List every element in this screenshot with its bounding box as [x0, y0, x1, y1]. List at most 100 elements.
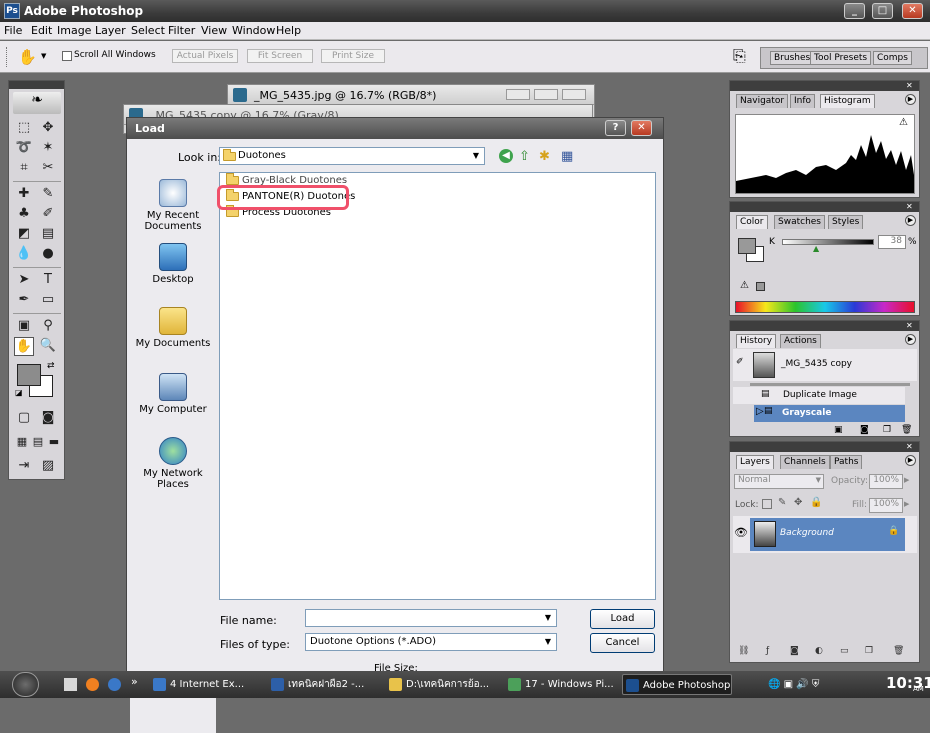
clone-stamp-tool-icon[interactable]: ♣ [14, 205, 34, 224]
place-desktop[interactable]: Desktop [130, 243, 216, 285]
tab-swatches[interactable]: Swatches [774, 215, 825, 229]
well-tab-tool-presets[interactable]: Tool Presets [810, 51, 872, 65]
move-tool-icon[interactable]: ✥ [38, 119, 58, 138]
tab-paths[interactable]: Paths [830, 455, 863, 469]
history-brush-source-icon[interactable]: ✐ [736, 357, 744, 367]
place-my-documents[interactable]: My Documents [130, 307, 216, 349]
new-document-from-state-icon[interactable]: ▣ [834, 425, 843, 435]
layer-row-background[interactable]: Background 🔒 [750, 518, 905, 551]
well-tab-brushes[interactable]: Brushes [770, 51, 815, 65]
new-state-icon[interactable]: ❐ [883, 425, 891, 435]
menu-file[interactable]: File [4, 24, 22, 37]
back-icon[interactable]: ◀ [499, 149, 513, 163]
task-internet-explorer[interactable]: 4 Internet Ex... [150, 674, 260, 695]
tab-actions[interactable]: Actions [780, 334, 821, 348]
file-list[interactable]: Gray-Black Duotones PANTONE(R) Duotones … [217, 172, 656, 600]
swap-colors-icon[interactable]: ⇄ [47, 361, 55, 371]
dialog-help-button[interactable]: ? [605, 120, 626, 136]
menu-edit[interactable]: Edit [31, 24, 52, 37]
path-selection-tool-icon[interactable]: ➤ [14, 271, 34, 290]
place-recent-documents[interactable]: My Recent Documents [130, 179, 216, 232]
brush-tool-icon[interactable]: ✎ [38, 185, 58, 204]
look-in-dropdown[interactable]: Duotones ▼ [219, 147, 485, 165]
imageready-icon[interactable]: ▨ [38, 457, 58, 476]
warning-icon[interactable]: ⚠ [899, 117, 908, 128]
palette-close-icon[interactable]: ✕ [906, 321, 913, 330]
dodge-tool-icon[interactable]: ● [38, 245, 58, 264]
feather-logo-icon[interactable]: ❧ [13, 92, 61, 114]
maximize-button[interactable]: □ [872, 3, 893, 19]
menu-window[interactable]: Window [232, 24, 275, 37]
standard-mode-icon[interactable]: ▢ [14, 409, 34, 428]
new-layer-icon[interactable]: ❐ [865, 646, 873, 656]
tools-panel-header[interactable] [9, 81, 64, 89]
doc-close-button[interactable] [562, 89, 586, 100]
link-layers-icon[interactable]: ⛓ [738, 646, 749, 656]
blend-mode-dropdown[interactable]: Normal ▼ [734, 474, 824, 489]
type-tool-icon[interactable]: T [38, 271, 58, 290]
gamut-color-swatch[interactable] [756, 282, 765, 291]
actual-pixels-button[interactable]: Actual Pixels [172, 49, 238, 63]
task-adobe-photoshop[interactable]: Adobe Photoshop [622, 674, 732, 695]
menu-layer[interactable]: Layer [95, 24, 126, 37]
quicklaunch-firefox-icon[interactable] [86, 678, 99, 691]
adjustment-layer-icon[interactable]: ◐ [815, 646, 823, 656]
tab-history[interactable]: History [736, 334, 777, 348]
notes-tool-icon[interactable]: ▣ [14, 317, 34, 336]
quicklaunch-ie-icon[interactable] [108, 678, 121, 691]
new-group-icon[interactable]: ▭ [840, 646, 849, 656]
tab-styles[interactable]: Styles [828, 215, 864, 229]
scroll-all-windows-checkbox[interactable] [62, 51, 72, 61]
k-slider-track[interactable] [782, 239, 874, 245]
palette-menu-icon[interactable]: ▶ [905, 94, 916, 105]
load-button[interactable]: Load [590, 609, 655, 629]
zoom-tool-icon[interactable]: 🔍 [38, 337, 58, 356]
fit-screen-button[interactable]: Fit Screen [247, 49, 313, 63]
palette-titlebar[interactable] [730, 442, 919, 452]
close-button[interactable]: ✕ [902, 3, 923, 19]
pen-tool-icon[interactable]: ✒ [14, 291, 34, 310]
create-snapshot-icon[interactable]: ◙ [860, 425, 869, 435]
menu-image[interactable]: Image [57, 24, 91, 37]
healing-brush-tool-icon[interactable]: ✚ [14, 185, 34, 204]
place-my-computer[interactable]: My Computer [130, 373, 216, 415]
palette-titlebar[interactable] [730, 321, 919, 331]
full-screen-mode-icon[interactable]: ▬ [44, 433, 64, 452]
history-snapshot-row[interactable]: ✐ _MG_5435 copy [733, 349, 917, 381]
lasso-tool-icon[interactable]: ➰ [14, 139, 34, 158]
color-foreground-swatch[interactable] [738, 238, 756, 254]
new-folder-icon[interactable]: ✱ [539, 149, 550, 164]
tab-channels[interactable]: Channels [780, 455, 830, 469]
doc-minimize-button[interactable] [506, 89, 530, 100]
default-colors-icon[interactable]: ◪ [15, 388, 23, 397]
tab-histogram[interactable]: Histogram [820, 94, 875, 108]
doc-maximize-button[interactable] [534, 89, 558, 100]
up-folder-icon[interactable]: ⇧ [519, 149, 530, 164]
cancel-button[interactable]: Cancel [590, 633, 655, 653]
foreground-color-swatch[interactable] [17, 364, 41, 386]
tray-volume-icon[interactable]: 🔊 [796, 679, 808, 690]
menu-view[interactable]: View [201, 24, 227, 37]
hand-tool-icon[interactable]: ✋ [18, 48, 37, 66]
menu-select[interactable]: Select [131, 24, 165, 37]
tab-navigator[interactable]: Navigator [736, 94, 789, 108]
slice-tool-icon[interactable]: ✂ [38, 159, 58, 178]
file-name-input[interactable]: ▼ [305, 609, 557, 627]
history-brush-tool-icon[interactable]: ✐ [38, 205, 58, 224]
fill-slider-icon[interactable]: ▶ [904, 500, 909, 508]
hand-tool-selected-icon[interactable]: ✋ [14, 337, 34, 356]
palette-titlebar[interactable] [730, 202, 919, 212]
magic-wand-tool-icon[interactable]: ✶ [38, 139, 58, 158]
eraser-tool-icon[interactable]: ◩ [14, 225, 34, 244]
delete-state-icon[interactable]: 🗑 [901, 425, 912, 435]
history-state-row[interactable]: ▤ Duplicate Image [733, 387, 905, 404]
palette-menu-icon[interactable]: ▶ [905, 455, 916, 466]
view-menu-icon[interactable]: ▦ [561, 149, 573, 164]
start-orb-icon[interactable] [12, 672, 39, 697]
tray-language-icon[interactable]: 🌐 [768, 679, 780, 690]
blur-tool-icon[interactable]: 💧 [14, 245, 34, 264]
lock-all-icon[interactable]: 🔒 [810, 497, 822, 508]
opacity-slider-icon[interactable]: ▶ [904, 476, 909, 484]
menu-filter[interactable]: Filter [168, 24, 195, 37]
task-word-document[interactable]: เทคนิคฝาผือ2 -... [268, 674, 378, 695]
